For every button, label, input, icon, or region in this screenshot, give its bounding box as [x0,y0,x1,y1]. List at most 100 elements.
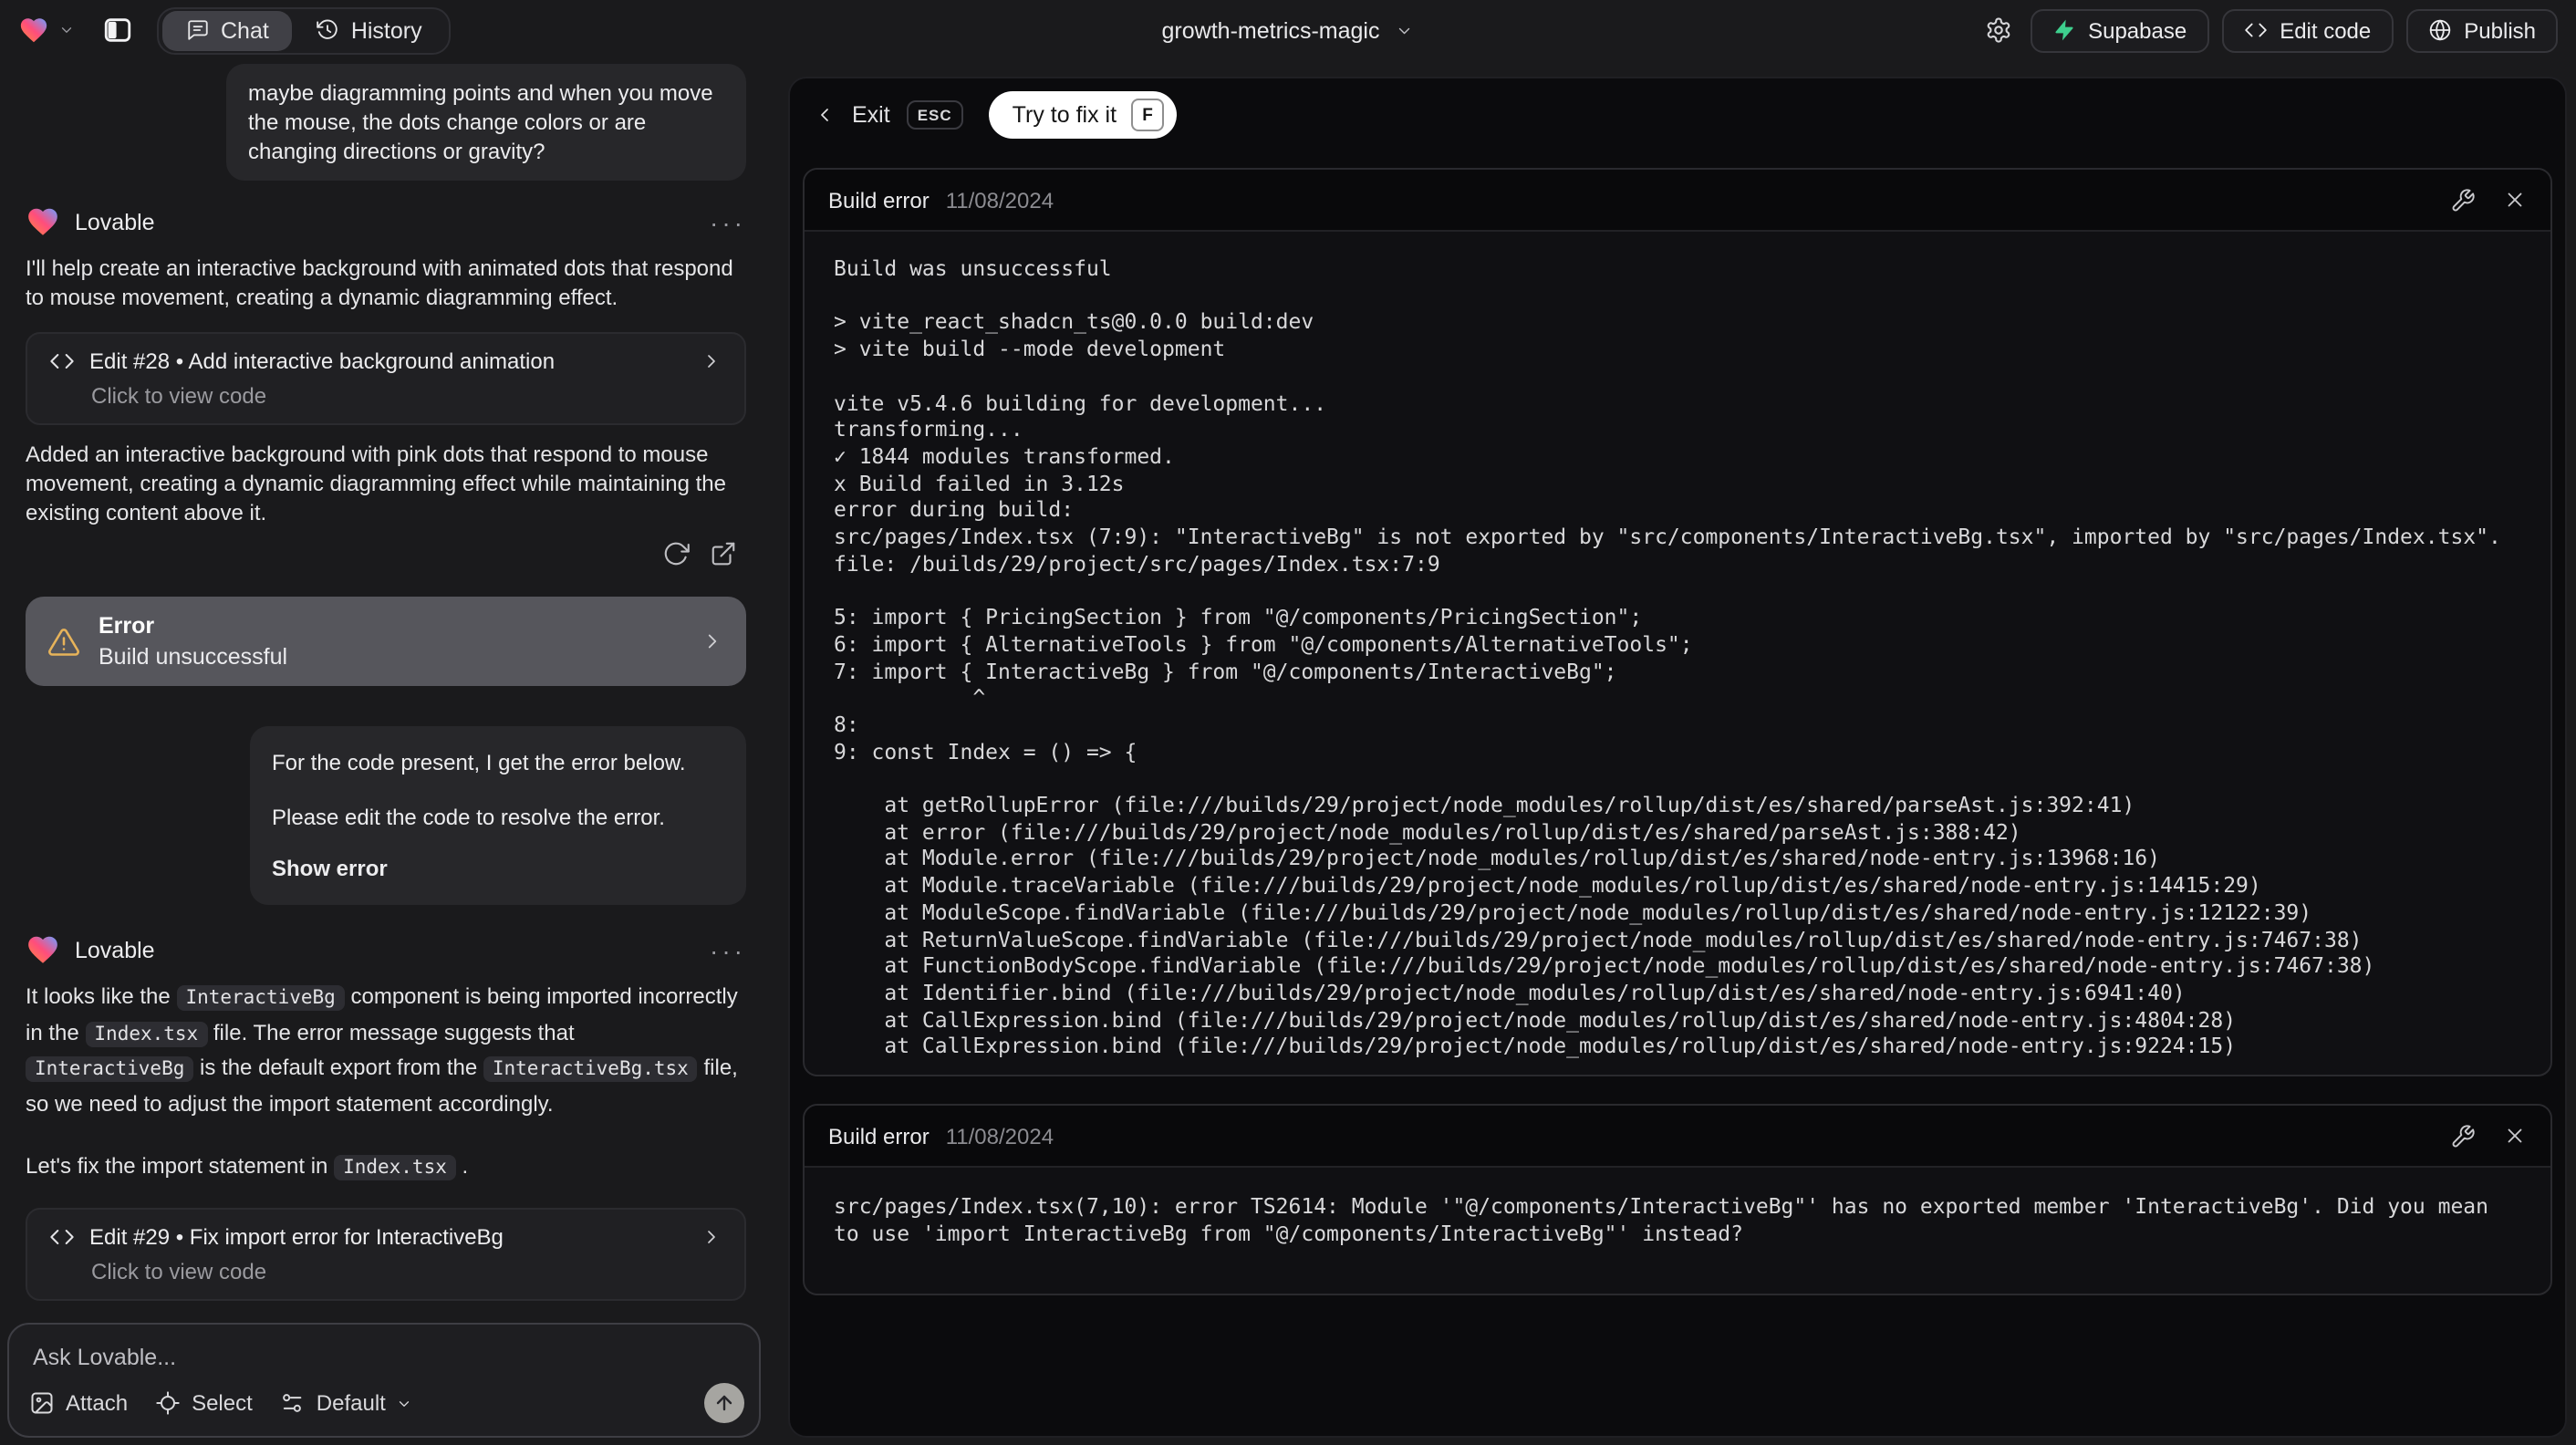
arrow-up-icon [716,1395,732,1411]
assistant-message-header: Lovable ··· [26,204,746,239]
user-message-text: maybe diagramming points and when you mo… [248,80,713,164]
close-icon[interactable] [2503,188,2527,212]
user-message: For the code present, I get the error be… [250,726,746,905]
error-banner[interactable]: Error Build unsuccessful [26,597,746,686]
sidebar-toggle-button[interactable] [102,15,133,46]
build-error-date: 11/08/2024 [945,1123,1054,1149]
esc-key-badge: ESC [906,100,963,130]
exit-label: Exit [852,102,890,128]
model-selector[interactable]: Default [280,1390,413,1416]
edit-card-28[interactable]: Edit #28 • Add interactive background an… [26,332,746,425]
assistant-message-header: Lovable ··· [26,932,746,967]
chevron-right-icon [708,1230,715,1242]
f-key-badge: F [1131,99,1165,131]
wrench-icon[interactable] [2450,1123,2476,1149]
chat-input-toolbar: Attach Select Default [29,1383,744,1423]
model-label: Default [316,1390,386,1416]
show-error-link[interactable]: Show error [272,854,724,883]
chevron-down-icon [1399,26,1411,34]
edit-card-29[interactable]: Edit #29 • Fix import error for Interact… [26,1207,746,1300]
chevron-right-icon [708,634,717,649]
sliders-icon [283,1394,303,1412]
chevron-down-icon [61,27,72,33]
lovable-heart-icon [20,18,47,43]
supabase-label: Supabase [2088,17,2187,43]
build-error-actions [2450,1123,2527,1149]
edit-card-title: Edit #29 • Fix import error for Interact… [89,1223,504,1249]
error-banner-text: Error Build unsuccessful [99,613,682,670]
mode-tab-group: Chat History [157,6,452,54]
code-icon [2244,23,2266,37]
globe-icon [2429,19,2450,41]
attach-button[interactable]: Attach [29,1390,128,1416]
gear-icon [1986,17,2010,43]
build-error-header: Build error 11/08/2024 [805,1106,2550,1169]
more-options-button[interactable]: ··· [710,207,746,236]
attach-label: Attach [66,1390,129,1416]
try-to-fix-label: Try to fix it [1012,102,1117,128]
tab-chat[interactable]: Chat [162,10,293,50]
send-button[interactable] [704,1383,744,1423]
build-error-log: Build was unsuccessful > vite_react_shad… [805,232,2550,1075]
edit-card-title-row: Edit #29 • Fix import error for Interact… [49,1223,722,1249]
assistant-text: I'll help create an interactive backgrou… [26,255,733,310]
assistant-name: Lovable [75,937,155,962]
project-title: growth-metrics-magic [1161,17,1380,43]
chevron-down-icon [400,1400,410,1406]
edit-card-title-row: Edit #28 • Add interactive background an… [49,348,722,374]
exit-button[interactable]: Exit ESC [814,100,963,130]
build-error-actions [2450,187,2527,213]
tab-history[interactable]: History [293,10,446,50]
build-error-card-2: Build error 11/08/2024 src/pages/Index.t… [803,1104,2552,1296]
assistant-text-rich: It looks like the InteractiveBg componen… [26,983,738,1116]
preview-header: Exit ESC Try to fix it F [790,78,2565,139]
preview-panel: Exit ESC Try to fix it F Build error 11/… [788,77,2567,1438]
build-error-log: src/pages/Index.tsx(7,10): error TS2614:… [805,1168,2550,1294]
panel-left-icon [104,18,131,42]
assistant-name: Lovable [75,209,155,234]
more-options-button[interactable]: ··· [710,935,746,964]
wrench-icon[interactable] [2450,187,2476,213]
topbar-actions: Supabase Edit code Publish [1979,8,2558,52]
user-message-line: Please edit the code to resolve the erro… [272,805,665,830]
chat-bubble-icon [188,20,208,40]
top-bar: Chat History growth-metrics-magic Supaba… [0,0,2576,60]
chat-input-placeholder: Ask Lovable... [33,1345,177,1370]
try-to-fix-button[interactable]: Try to fix it F [988,91,1178,139]
chevron-right-icon [708,355,715,368]
supabase-icon [2054,19,2072,41]
workspace-menu[interactable] [18,15,75,46]
project-title-dropdown[interactable]: growth-metrics-magic [1162,0,1415,60]
edit-card-subtitle: Click to view code [91,1258,267,1284]
publish-label: Publish [2464,17,2536,43]
error-banner-subtitle: Build unsuccessful [99,644,288,670]
error-banner-title: Error [99,613,155,639]
history-icon [317,19,338,39]
settings-button[interactable] [1979,11,2017,49]
build-error-log-text: src/pages/Index.tsx(7,10): error TS2614:… [834,1193,2501,1246]
user-message: maybe diagramming points and when you mo… [226,64,746,181]
close-icon[interactable] [2503,1124,2527,1148]
app-window: Chat History growth-metrics-magic Supaba… [0,0,2576,1445]
warning-triangle-icon [48,628,79,655]
crosshair-icon [156,1391,180,1415]
tab-history-label: History [350,17,422,43]
build-error-title: Build error [828,187,930,213]
select-label: Select [192,1390,253,1416]
image-icon [31,1392,53,1414]
chat-input-box[interactable]: Ask Lovable... Attach Select Default [7,1323,761,1438]
chevron-left-icon [821,109,828,121]
assistant-text: Added an interactive background with pin… [26,442,726,525]
lovable-heart-icon [28,208,57,235]
build-error-date: 11/08/2024 [945,187,1054,213]
build-error-log-text: Build was unsuccessful > vite_react_shad… [834,255,2501,1059]
publish-button[interactable]: Publish [2405,8,2558,52]
open-preview-icon[interactable] [710,540,737,567]
select-button[interactable]: Select [155,1390,253,1416]
refresh-icon[interactable] [662,540,690,567]
edit-code-button[interactable]: Edit code [2221,8,2394,52]
assistant-text-rich: Let's fix the import statement in Index.… [26,1153,469,1180]
supabase-button[interactable]: Supabase [2030,8,2209,52]
tab-chat-label: Chat [221,17,269,43]
edit-code-label: Edit code [2280,17,2372,43]
